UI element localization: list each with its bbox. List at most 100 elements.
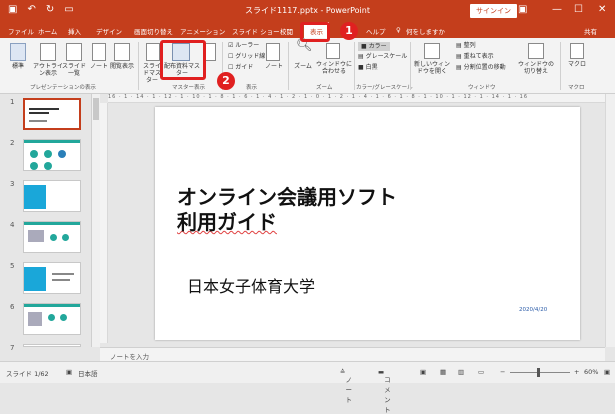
grayscale-label: グレースケール — [365, 53, 408, 60]
zoom-level[interactable]: 60% — [584, 368, 598, 376]
tab-animations[interactable]: アニメーション — [180, 26, 225, 36]
comments-status-button[interactable]: ▬ コメント — [378, 368, 391, 414]
view-tab-highlight — [300, 22, 330, 42]
window-group-label: ウィンドウ — [468, 85, 496, 91]
guides-checkbox[interactable]: ☐ ガイド — [228, 64, 253, 71]
comments-status-label: コメント — [384, 376, 391, 414]
notes-toggle-icon[interactable] — [266, 43, 280, 61]
notes-status-label: ノート — [345, 376, 352, 404]
maximize-icon[interactable]: ☐ — [574, 4, 583, 15]
cascade-button[interactable]: ▤ 重ねて表示 — [456, 53, 494, 60]
notes-toggle-label: ノート — [264, 63, 283, 70]
slide-thumbnail[interactable] — [23, 344, 81, 347]
tell-me-input[interactable]: 何をしますか — [406, 26, 445, 36]
views-group-label: プレゼンテーションの表示 — [30, 85, 96, 91]
slide-master-icon[interactable] — [146, 43, 160, 61]
search-icon: ♀ — [396, 26, 401, 34]
slide-thumbnail[interactable] — [23, 221, 81, 253]
normal-view-icon[interactable] — [10, 43, 26, 61]
tab-slideshow[interactable]: スライド ショー — [232, 26, 280, 36]
tab-review[interactable]: 校閲 — [280, 26, 293, 36]
tab-design[interactable]: デザイン — [96, 26, 122, 36]
arrange-all-button[interactable]: ▤ 整列 — [456, 42, 476, 49]
gridlines-label: グリッド線 — [235, 53, 266, 60]
sorter-view-status-icon[interactable]: ▦ — [440, 368, 446, 376]
new-window-label: 新しいウィンドウを開く — [414, 61, 451, 75]
signin-button[interactable]: サインイン — [470, 4, 517, 18]
zoom-out-icon[interactable]: − — [500, 368, 505, 376]
switch-window-icon[interactable] — [528, 43, 544, 59]
thumb-number: 4 — [10, 221, 15, 229]
minimize-icon[interactable]: — — [552, 4, 562, 15]
zoom-slider[interactable] — [510, 372, 570, 373]
grayscale-button[interactable]: ▤ グレースケール — [358, 53, 407, 60]
slide-thumbnail-panel: 1 2 3 4 5 6 7 — [0, 94, 92, 352]
reading-view-status-icon[interactable]: ▥ — [458, 368, 464, 376]
spellcheck-icon[interactable]: ▣ — [66, 368, 72, 376]
slide-subtitle[interactable]: 日本女子体育大学 — [187, 273, 315, 297]
color-button[interactable]: ■ カラー — [358, 42, 390, 51]
cascade-label: 重ねて表示 — [463, 53, 494, 60]
slide-thumbnail[interactable] — [23, 98, 81, 130]
separator — [410, 42, 411, 90]
thumb-number: 5 — [10, 262, 15, 270]
tab-file[interactable]: ファイル — [8, 26, 34, 36]
show-group-label: 表示 — [246, 85, 258, 91]
tab-insert[interactable]: 挿入 — [68, 26, 81, 36]
slide-title-line1: オンライン会議用ソフト — [177, 185, 397, 209]
notes-pane[interactable]: ノートを入力 — [100, 347, 605, 361]
separator — [354, 42, 355, 90]
slide-sorter-icon[interactable] — [66, 43, 82, 61]
slide-title[interactable]: オンライン会議用ソフト 利用ガイド — [177, 185, 397, 235]
ribbon: 標準 アウトライン表示 スライド一覧 ノート 閲覧表示 プレゼンテーションの表示… — [0, 38, 615, 94]
close-icon[interactable]: ✕ — [598, 4, 606, 15]
outline-view-icon[interactable] — [40, 43, 56, 61]
tab-help[interactable]: ヘルプ — [366, 26, 386, 36]
vertical-ruler — [100, 103, 108, 343]
gridlines-checkbox[interactable]: ☐ グリッド線 — [228, 53, 265, 60]
fit-slide-icon[interactable]: ▣ — [604, 368, 610, 376]
notes-page-icon[interactable] — [92, 43, 106, 61]
thumbnail-scrollbar[interactable] — [92, 94, 100, 347]
zoom-slider-thumb[interactable] — [537, 368, 540, 377]
outline-view-label: アウトライン表示 — [32, 63, 63, 77]
thumb-number: 2 — [10, 139, 15, 147]
tab-home[interactable]: ホーム — [38, 26, 57, 36]
macro-group-label: マクロ — [568, 85, 585, 91]
handout-master-highlight — [160, 40, 206, 80]
separator — [138, 42, 139, 90]
black-white-button[interactable]: ■ 白黒 — [358, 64, 378, 71]
black-white-label: 白黒 — [365, 64, 378, 71]
step-2-badge: 2 — [217, 72, 235, 90]
zoom-icon[interactable]: 🔍︎ — [296, 39, 313, 52]
color-group-label: カラー/グレースケール — [356, 85, 413, 91]
slide-thumbnail[interactable] — [23, 180, 81, 212]
ribbon-display-icon[interactable]: ▣ — [518, 4, 527, 15]
thumb-number: 1 — [10, 98, 15, 106]
slide-thumbnail[interactable] — [23, 262, 81, 294]
guides-label: ガイド — [235, 64, 254, 71]
title-bar: ▣ ↶ ↻ ▭ スライド1117.pptx - PowerPoint サインイン… — [0, 0, 615, 22]
reading-view-icon[interactable] — [114, 43, 130, 61]
fit-to-window-icon[interactable] — [326, 43, 340, 59]
slide-date[interactable]: 2020/4/20 — [519, 307, 547, 313]
split-label: 分割位置の移動 — [463, 64, 506, 71]
slide-editor[interactable]: オンライン会議用ソフト 利用ガイド 日本女子体育大学 2020/4/20 — [155, 107, 580, 340]
share-button[interactable]: 共有 — [584, 26, 597, 36]
zoom-in-icon[interactable]: + — [574, 368, 579, 376]
tab-transitions[interactable]: 画面切り替え — [134, 26, 173, 36]
slide-thumbnail[interactable] — [23, 303, 81, 335]
zoom-label: ズーム — [294, 63, 312, 70]
status-bar: スライド 1/62 ▣ 日本語 ≙ ノート ▬ コメント ▣ ▦ ▥ ▭ − +… — [0, 361, 615, 414]
split-button[interactable]: ▤ 分割位置の移動 — [456, 64, 506, 71]
new-window-icon[interactable] — [424, 43, 440, 59]
normal-view-status-icon[interactable]: ▣ — [420, 368, 426, 376]
thumb-number: 6 — [10, 303, 15, 311]
editor-scrollbar[interactable] — [605, 94, 615, 347]
slideshow-status-icon[interactable]: ▭ — [478, 368, 484, 376]
ruler-checkbox[interactable]: ☑ ルーラー — [228, 42, 259, 49]
slide-thumbnail[interactable] — [23, 139, 81, 171]
macro-icon[interactable] — [570, 43, 584, 59]
language-indicator[interactable]: 日本語 — [78, 368, 98, 378]
notes-status-button[interactable]: ≙ ノート — [340, 368, 352, 404]
